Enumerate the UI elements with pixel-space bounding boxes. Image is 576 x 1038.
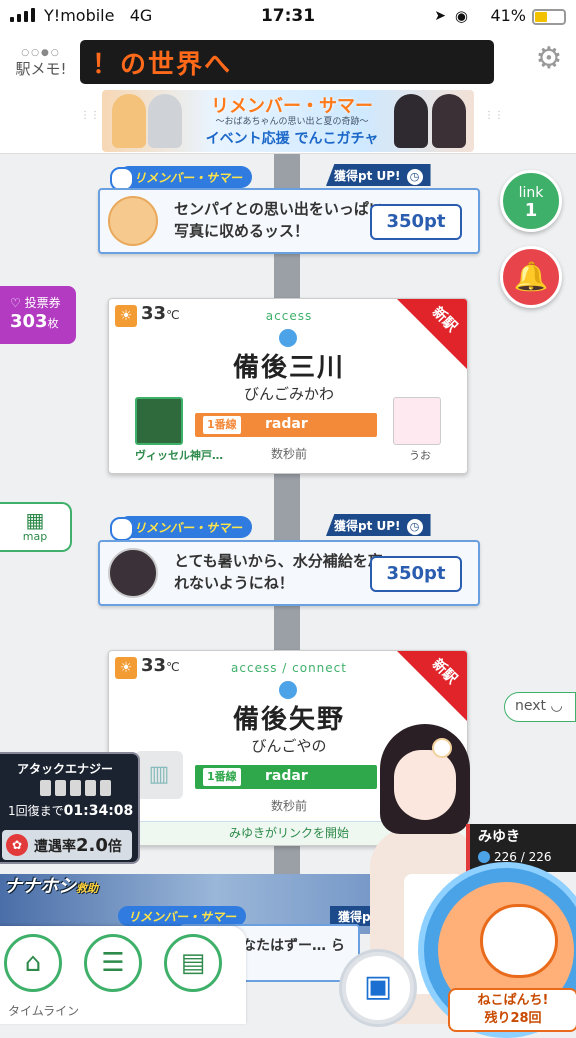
mission-avatar xyxy=(108,196,158,246)
rotation-lock-icon: ◉ xyxy=(454,7,468,25)
character-face xyxy=(394,750,456,820)
map-label: map xyxy=(22,530,48,543)
pager-dots-left: ⋮⋮ xyxy=(80,110,100,121)
map-icon: ▦ xyxy=(25,508,45,532)
recovery-timer: 1回復まで01:34:08 xyxy=(8,803,134,819)
event-mission-card[interactable]: とても暑いから、水分補給を忘れないようにね！ 350pt xyxy=(98,540,480,606)
vote-label: ♡ 投票券 xyxy=(10,296,61,310)
app-logo[interactable]: ○○●○ 駅メモ! xyxy=(8,48,74,94)
event-tag: リメンバー・サマー xyxy=(109,166,253,191)
gain-tag: 獲得pt UP! ◷ xyxy=(326,164,431,186)
marquee-display: ！の世界へ xyxy=(80,40,494,84)
link-button[interactable]: link 1 xyxy=(500,170,562,232)
vote-ticket-button[interactable]: ♡ 投票券 303枚 xyxy=(0,286,76,344)
timetable-icon[interactable]: ▤ xyxy=(164,934,222,992)
battery-percent: 41% xyxy=(490,6,526,25)
bottom-tabbar: ⌂ ☰ ▤ タイムライン xyxy=(0,926,246,1024)
track-bar: 1番線 radar xyxy=(195,765,377,789)
location-pin-icon xyxy=(279,329,297,347)
track-number: 1番線 xyxy=(203,416,241,434)
train-icon: ▥ xyxy=(135,751,183,799)
attack-energy-panel[interactable]: アタックエナジー 1回復まで01:34:08 ✿ 遭遇率2.0倍 xyxy=(0,752,140,864)
clock-icon: ◷ xyxy=(406,169,423,185)
list-train-icon[interactable]: ☰ xyxy=(84,934,142,992)
next-button[interactable]: next ◡ xyxy=(504,692,576,722)
track-label: radar xyxy=(265,416,308,432)
logo-dots: ○○●○ xyxy=(21,48,61,58)
flower-hairpin xyxy=(432,738,452,758)
banner-subtitle: ～おばあちゃんの思い出と夏の奇跡～ xyxy=(215,117,369,127)
location-icon: ➤ xyxy=(434,8,446,24)
event-tag: リメンバー・サマー xyxy=(118,906,247,926)
mission-points-badge: 350pt xyxy=(370,204,462,240)
energy-title: アタックエナジー xyxy=(16,762,113,776)
location-pin-icon xyxy=(279,681,297,699)
vote-count: 303枚 xyxy=(10,311,59,332)
clock-icon: ◷ xyxy=(406,519,423,535)
event-banner[interactable]: リメンバー・サマー ～おばあちゃんの思い出と夏の奇跡～ イベント応援 でんこガチ… xyxy=(102,90,474,152)
app-header: ○○●○ 駅メモ! ！の世界へ ⚙ ⋮⋮ ⋮⋮ リメンバー・サマー ～おばあちゃ… xyxy=(0,34,576,154)
encounter-rate: ✿ 遭遇率2.0倍 xyxy=(2,830,132,860)
track-number: 1番線 xyxy=(203,768,241,786)
mission-text: とても暑いから、水分補給を忘れないようにね！ xyxy=(174,552,383,592)
energy-cells xyxy=(40,780,111,796)
event-mission-card[interactable]: センパイとの思い出をいっぱい写真に収めるッス！ 350pt xyxy=(98,188,480,254)
access-time: 数秒前 xyxy=(270,447,307,461)
event-tag: リメンバー・サマー xyxy=(109,516,253,541)
timeline-label[interactable]: タイムライン xyxy=(8,1002,79,1019)
track-label: radar xyxy=(265,768,308,784)
skill-label: ねこぱんち! 残り28回 xyxy=(448,988,576,1032)
nanahon-rescue-label: ナナホシ救助 xyxy=(4,876,98,897)
gear-icon[interactable]: ⚙ xyxy=(534,44,564,74)
track-bar: 1番線 radar xyxy=(195,413,377,437)
skill-inner: ねこぱんち! 残り28回 xyxy=(438,882,576,1032)
status-bar: Y!mobile 4G 17:31 ➤ ◉ 41% xyxy=(0,0,576,34)
briefcase-icon[interactable]: ▣ xyxy=(342,952,414,1024)
mission-text: センパイとの思い出をいっぱい写真に収めるッス！ xyxy=(174,200,384,240)
banner-gacha-label: イベント応援 でんこガチャ xyxy=(205,131,379,147)
pager-dots-right: ⋮⋮ xyxy=(484,110,504,121)
battery-icon xyxy=(532,9,566,25)
banner-character-2 xyxy=(148,94,182,148)
my-denko-avatar[interactable] xyxy=(135,397,183,445)
gain-tag: 獲得pt UP! ◷ xyxy=(326,514,431,536)
logo-text: 駅メモ! xyxy=(15,60,67,78)
partner-name: みゆき xyxy=(478,829,520,845)
banner-character-1 xyxy=(112,94,146,148)
map-button[interactable]: ▦ map xyxy=(0,502,72,552)
banner-character-4 xyxy=(432,94,466,148)
other-denko-avatar[interactable] xyxy=(393,397,441,445)
mission-points-badge: 350pt xyxy=(370,556,462,592)
station-card[interactable]: ☀ 33℃ access 新駅 備後三川 びんごみかわ ヴィッセル神戸… 1番線… xyxy=(108,298,468,474)
beach-ball-icon xyxy=(480,904,558,978)
station-name: 備後三川 xyxy=(232,353,345,383)
mission-avatar xyxy=(108,548,158,598)
lion-icon: ✿ xyxy=(6,834,28,856)
home-icon[interactable]: ⌂ xyxy=(4,934,62,992)
bell-icon[interactable]: 🔔 xyxy=(500,246,562,308)
